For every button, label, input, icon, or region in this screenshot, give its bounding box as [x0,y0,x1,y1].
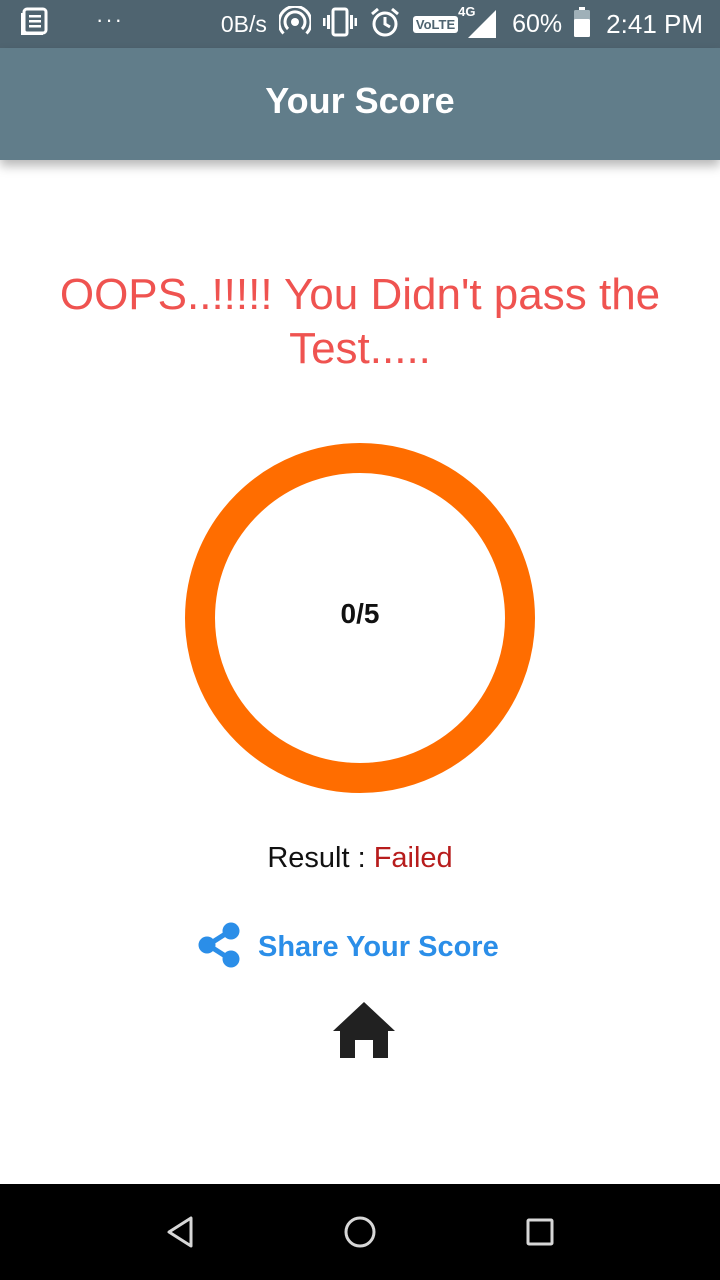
alarm-icon [369,6,401,43]
fail-message: OOPS..!!!!! You Didn't pass the Test....… [59,270,661,373]
back-button[interactable] [160,1212,200,1252]
home-nav-button[interactable] [340,1212,380,1252]
home-button[interactable] [332,1000,396,1060]
vibrate-icon [322,6,357,43]
result-value: Failed [373,842,453,874]
page-title: Your Score [265,80,455,121]
recents-icon [526,1218,554,1246]
more-dots-icon: ··· [96,7,124,32]
share-score-label: Share Your Score [258,930,499,963]
clock: 2:41 PM [606,8,703,39]
app-bar: Your Score [0,48,720,160]
share-score-button[interactable]: Share Your Score [198,922,499,973]
result-label: Result : [267,842,374,874]
battery-percent: 60% [512,9,563,38]
share-icon [198,922,240,973]
network-type: 4G [458,4,476,19]
score-text: 0/5 [340,598,380,629]
result-line: Result : Failed [0,842,720,875]
net-speed: 0B/s [220,10,267,37]
news-icon [20,7,50,42]
hotspot-icon [277,4,313,43]
home-icon [333,1002,395,1058]
volte-badge: VoLTE [412,15,459,33]
back-icon [167,1216,193,1248]
status-bar: ··· 0B/s VoLTE 4G 60% 2:41 PM [0,0,720,48]
signal-icon: 4G [458,4,497,38]
navigation-bar [0,1184,720,1280]
battery-icon [574,6,591,42]
home-circle-icon [344,1216,376,1248]
recents-button[interactable] [520,1212,560,1252]
